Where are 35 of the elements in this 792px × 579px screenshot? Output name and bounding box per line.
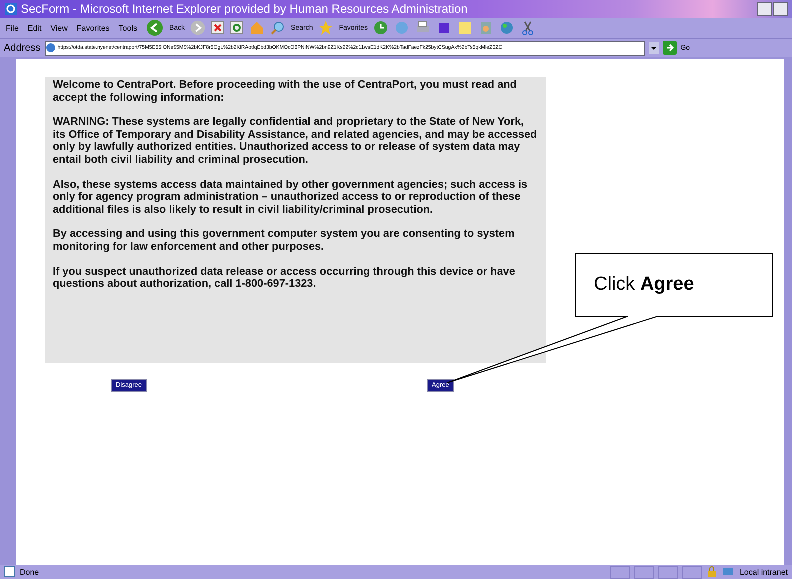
- status-pane: [610, 566, 630, 578]
- refresh-icon[interactable]: [230, 21, 244, 35]
- status-pane: [634, 566, 654, 578]
- star-icon[interactable]: [318, 20, 334, 36]
- stop-icon[interactable]: [211, 21, 226, 35]
- lock-icon: [706, 566, 718, 578]
- notice-paragraph: Also, these systems access data maintained by other government agencies; such access is only for agency program administration – unauthorized access to or reproduction of these additional files is also likely to result in civil liability/criminal prosecution.: [53, 178, 529, 216]
- dropdown-icon[interactable]: [648, 42, 659, 54]
- notice-paragraph: Welcome to CentraPort. Before proceeding with the use of CentraPort, you must read and accept the following information:: [53, 79, 518, 104]
- notice-paragraph: If you suspect unauthorized data release or access occurring through this device or have questions about authorization, call 1-800-697-1323.: [53, 266, 516, 291]
- menu-item[interactable]: Favorites: [76, 24, 110, 32]
- status-pane: [682, 566, 702, 578]
- notice-paragraph: WARNING: These systems are legally confidential and proprietary to the State of New York, its Office of Temporary and Disability Assistance, and related agencies, and may be accessed only by lawfully authorized entities. Unauthorized access to or release of system data may entail both civil liability and criminal prosecution.: [53, 116, 538, 167]
- scissors-icon[interactable]: [520, 20, 536, 36]
- maximize-button[interactable]: [773, 2, 788, 16]
- status-pane: [658, 566, 678, 578]
- menu-item[interactable]: View: [50, 24, 68, 32]
- go-arrow-icon[interactable]: [662, 41, 677, 55]
- globe-icon[interactable]: [499, 20, 516, 36]
- menu-item[interactable]: File: [6, 24, 19, 32]
- status-text: Done: [20, 568, 40, 576]
- search-icon[interactable]: [270, 20, 286, 36]
- note-icon[interactable]: [457, 20, 474, 36]
- page-icon: [46, 43, 56, 53]
- history-icon[interactable]: [373, 20, 390, 36]
- window-title: SecForm - Microsoft Internet Explorer provided by Human Resources Administration: [21, 2, 468, 16]
- minimize-button[interactable]: [757, 2, 772, 16]
- menu-item[interactable]: Edit: [28, 24, 42, 32]
- page-icon: [4, 566, 16, 578]
- address-label: Address: [4, 42, 41, 54]
- notice-paragraph: By accessing and using this government computer system you are consenting to system monitoring for law enforcement and other purposes.: [53, 228, 516, 254]
- menu-item[interactable]: Tools: [118, 24, 138, 32]
- browser-icon: [4, 2, 18, 16]
- zone-text: Local intranet: [740, 568, 788, 576]
- callout-box: Click Agree: [575, 253, 773, 317]
